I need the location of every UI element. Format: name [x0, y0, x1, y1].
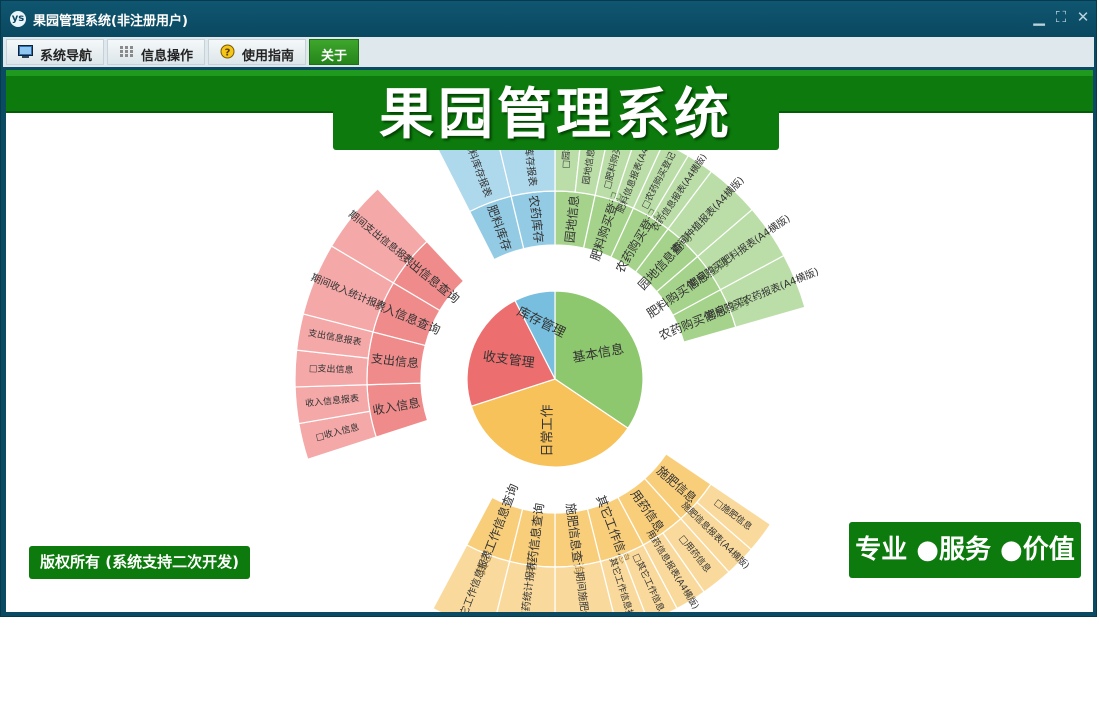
- menu-label: 关于: [320, 49, 347, 64]
- window-title: 果园管理系统(非注册用户): [33, 14, 188, 29]
- menu-bar: 系统导航 信息操作 ? 使用指南 关于: [3, 37, 1094, 67]
- banner-title: 果园管理系统: [333, 78, 779, 150]
- menu-user-guide[interactable]: ? 使用指南: [208, 39, 306, 65]
- restore-icon[interactable]: ⛶: [1053, 9, 1069, 25]
- title-bar[interactable]: ys 果园管理系统(非注册用户) ▁ ⛶ ✕: [1, 1, 1096, 37]
- minimize-icon[interactable]: ▁: [1031, 9, 1047, 25]
- close-icon[interactable]: ✕: [1075, 9, 1091, 25]
- app-logo-icon: ys: [10, 11, 26, 27]
- grid-icon: [120, 46, 133, 57]
- main-content: 园地信息 □园地 园地信息报表 肥料购买登记 □肥料购买登 肥料信息报表(A4横版) 农药购…: [6, 70, 1093, 612]
- monitor-icon: [18, 45, 33, 58]
- copyright-notice: 版权所有 (系统支持二次开发): [29, 546, 250, 579]
- slogan-badge: 专业 ●服务 ●价值: [849, 522, 1081, 578]
- app-window: ys 果园管理系统(非注册用户) ▁ ⛶ ✕ 系统导航 信息操作 ? 使用指南 …: [0, 0, 1097, 617]
- sunburst-sector-label: 日常工作: [540, 404, 555, 456]
- menu-info-operation[interactable]: 信息操作: [107, 39, 205, 65]
- svg-text:?: ?: [225, 48, 231, 59]
- menu-about[interactable]: 关于: [309, 39, 359, 65]
- menu-label: 使用指南: [242, 49, 295, 64]
- menu-label: 系统导航: [40, 49, 93, 64]
- menu-system-navigation[interactable]: 系统导航: [6, 39, 104, 65]
- menu-label: 信息操作: [141, 49, 194, 64]
- help-globe-icon: ?: [220, 44, 235, 59]
